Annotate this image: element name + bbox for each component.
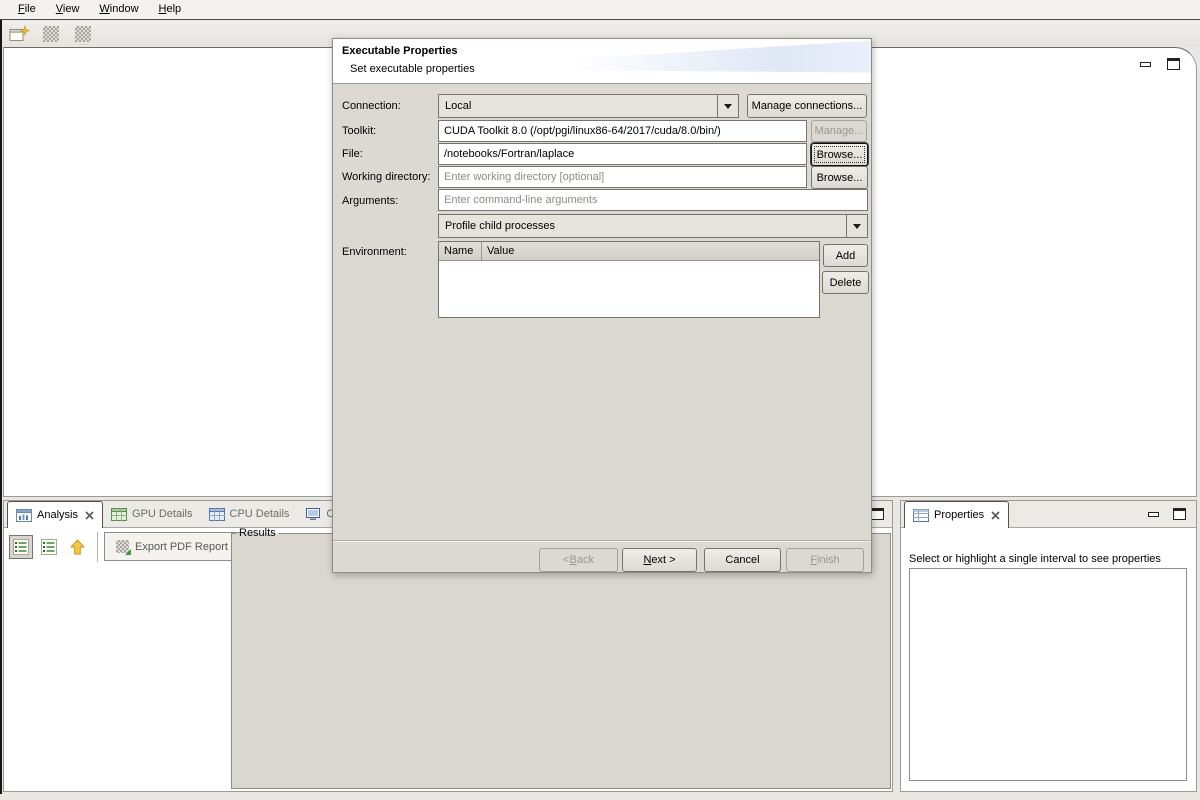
menu-view[interactable]: View bbox=[46, 1, 90, 18]
analysis-icon bbox=[16, 509, 32, 522]
analysis-list-icon bbox=[13, 539, 29, 555]
up-arrow-button[interactable] bbox=[65, 535, 89, 559]
working-directory-label: Working directory: bbox=[342, 171, 430, 183]
environment-table-header: Name Value bbox=[439, 242, 819, 261]
chevron-down-icon[interactable] bbox=[846, 215, 867, 237]
disabled-tool-button-1 bbox=[39, 23, 63, 44]
up-arrow-icon bbox=[70, 539, 85, 555]
dialog-header: Executable Properties Set executable pro… bbox=[333, 39, 871, 84]
properties-message: Select or highlight a single interval to… bbox=[909, 553, 1161, 565]
analysis-list-button[interactable] bbox=[37, 535, 61, 559]
properties-panel: Properties Select or highlight a single … bbox=[900, 500, 1197, 792]
connection-value: Local bbox=[439, 100, 717, 112]
delete-button[interactable]: Delete bbox=[822, 271, 869, 294]
maximize-icon[interactable] bbox=[1167, 58, 1180, 70]
maximize-icon[interactable] bbox=[1173, 508, 1186, 520]
arguments-label: Arguments: bbox=[342, 195, 398, 207]
manage-toolkit-button: Manage... bbox=[811, 120, 867, 142]
environment-label: Environment: bbox=[342, 246, 407, 258]
header-gradient bbox=[571, 39, 871, 81]
tab-label: Properties bbox=[934, 509, 984, 521]
cancel-button[interactable]: Cancel bbox=[704, 548, 781, 572]
add-button[interactable]: Add bbox=[823, 244, 868, 267]
tab-properties[interactable]: Properties bbox=[904, 501, 1009, 528]
menu-bar: File View Window Help bbox=[0, 0, 1200, 20]
gpu-details-icon bbox=[111, 508, 127, 521]
executable-properties-dialog: Executable Properties Set executable pro… bbox=[332, 38, 872, 573]
properties-content-box bbox=[909, 568, 1187, 781]
minimize-icon[interactable] bbox=[1148, 512, 1159, 517]
export-pdf-report-button[interactable]: Export PDF Report bbox=[104, 532, 240, 561]
arguments-input[interactable] bbox=[438, 189, 868, 211]
profile-children-select[interactable]: Profile child processes bbox=[438, 214, 868, 238]
toolbar-separator bbox=[97, 532, 98, 562]
file-input[interactable] bbox=[438, 143, 807, 165]
connection-select[interactable]: Local bbox=[438, 94, 739, 118]
maximize-icon[interactable] bbox=[871, 508, 884, 520]
close-icon[interactable] bbox=[85, 511, 94, 520]
toolkit-input[interactable] bbox=[438, 120, 807, 142]
browse-directory-button[interactable]: Browse... bbox=[811, 166, 868, 189]
window-left-edge bbox=[0, 20, 2, 794]
overflow-dots: ... bbox=[79, 38, 89, 47]
file-label: File: bbox=[342, 148, 363, 160]
finish-button: Finish bbox=[786, 548, 864, 572]
analysis-list-icon bbox=[41, 539, 57, 555]
dialog-title: Executable Properties bbox=[342, 45, 458, 57]
back-button: < Back bbox=[539, 548, 618, 572]
properties-tabrow: Properties bbox=[901, 501, 1196, 528]
minimize-icon[interactable] bbox=[1140, 62, 1151, 67]
console-icon bbox=[305, 507, 321, 521]
manage-connections-button[interactable]: Manage connections... bbox=[747, 94, 867, 118]
tab-label: CPU Details bbox=[230, 508, 290, 520]
new-session-button[interactable] bbox=[7, 23, 31, 44]
tab-analysis[interactable]: Analysis bbox=[7, 501, 103, 528]
column-header-name[interactable]: Name bbox=[439, 242, 482, 260]
disabled-icon bbox=[43, 26, 59, 42]
connection-label: Connection: bbox=[342, 100, 401, 112]
next-button[interactable]: Next > bbox=[622, 548, 697, 572]
export-pdf-label: Export PDF Report bbox=[135, 541, 228, 553]
export-pdf-icon bbox=[116, 540, 129, 553]
chevron-down-icon[interactable] bbox=[717, 95, 738, 117]
working-directory-input[interactable] bbox=[438, 166, 807, 188]
dialog-separator bbox=[333, 540, 871, 542]
tab-label: GPU Details bbox=[132, 508, 193, 520]
results-label: Results bbox=[236, 527, 279, 539]
disabled-tool-button-2: ... bbox=[71, 23, 95, 44]
column-header-value[interactable]: Value bbox=[482, 242, 819, 260]
environment-table[interactable]: Name Value bbox=[438, 241, 820, 318]
application-window: { "window": { "menu_items": [ { "label":… bbox=[0, 0, 1200, 800]
tab-gpu-details[interactable]: GPU Details bbox=[103, 501, 201, 527]
menu-window[interactable]: Window bbox=[89, 1, 148, 18]
browse-file-button[interactable]: Browse... bbox=[811, 143, 868, 166]
tab-cpu-details[interactable]: CPU Details bbox=[201, 501, 298, 527]
new-session-icon bbox=[9, 25, 30, 43]
close-icon[interactable] bbox=[991, 511, 1000, 520]
tab-label: Analysis bbox=[37, 509, 78, 521]
profile-children-value: Profile child processes bbox=[439, 220, 846, 232]
analysis-mode-button[interactable] bbox=[9, 535, 33, 559]
dialog-subtitle: Set executable properties bbox=[350, 63, 475, 75]
menu-file[interactable]: File bbox=[8, 1, 46, 18]
menu-help[interactable]: Help bbox=[149, 1, 192, 18]
properties-icon bbox=[913, 509, 929, 522]
cpu-details-icon bbox=[209, 508, 225, 521]
toolkit-label: Toolkit: bbox=[342, 125, 376, 137]
